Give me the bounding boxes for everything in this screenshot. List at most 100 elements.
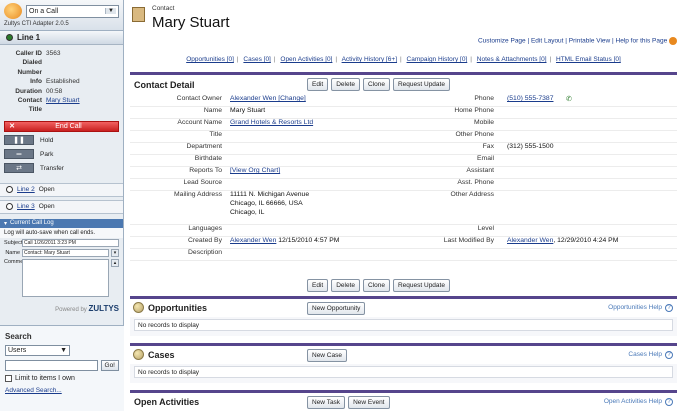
- park-label: Park: [40, 150, 54, 158]
- cases-icon: [133, 349, 144, 360]
- mailing-address-line-3: Chicago, IL: [230, 209, 265, 216]
- advanced-search-link[interactable]: Advanced Search...: [5, 387, 119, 394]
- search-title: Search: [5, 332, 32, 341]
- line-1-header[interactable]: Line 1: [0, 31, 123, 45]
- description-label: Description: [188, 249, 222, 256]
- birthdate-label: Birthdate: [194, 155, 222, 162]
- edit-button[interactable]: Edit: [307, 78, 329, 91]
- detail-top-buttons: Edit Delete Clone Request Update: [307, 78, 450, 91]
- search-input[interactable]: [5, 360, 98, 371]
- status-select[interactable]: On a Call ▼: [26, 4, 119, 18]
- open-activities-section: Open Activities New Task New Event Open …: [130, 390, 677, 411]
- call-log-header[interactable]: ▾ Current Call Log: [0, 218, 123, 228]
- account-name-link[interactable]: Grand Hotels & Resorts Ltd: [230, 119, 313, 126]
- related-link-open-activities[interactable]: Open Activities [0]: [280, 56, 332, 63]
- park-icon: ═: [4, 149, 34, 160]
- search-scope-value: Users: [8, 347, 27, 354]
- detail-row: Contact Owner Alexander Wen [Change] Pho…: [130, 95, 677, 107]
- opportunities-empty: No records to display: [134, 319, 673, 331]
- delete-button[interactable]: Delete: [331, 279, 360, 292]
- related-link-campaign-history[interactable]: Campaign History [0]: [407, 56, 468, 63]
- new-opportunity-button[interactable]: New Opportunity: [307, 302, 366, 315]
- transfer-icon: ⇄: [4, 163, 34, 174]
- name-value: Mary Stuart: [230, 107, 266, 114]
- delete-button[interactable]: Delete: [331, 78, 360, 91]
- search-scope-select[interactable]: Users ▼: [5, 345, 70, 356]
- opportunities-section: Opportunities New Opportunity Opportunit…: [130, 296, 677, 336]
- record-type: Contact: [152, 5, 175, 12]
- last-modified-user-link[interactable]: Alexander Wen: [507, 237, 553, 244]
- cases-empty: No records to display: [134, 366, 673, 378]
- page-links[interactable]: Customize Page | Edit Layout | Printable…: [478, 37, 677, 45]
- end-call-label: End Call: [55, 122, 82, 130]
- detail-row: Birthdate Email: [130, 155, 677, 167]
- phone-icon[interactable]: ✆: [566, 95, 572, 103]
- search-panel: Search Users ▼ Go! Limit to items I own …: [0, 325, 124, 411]
- contact-card-icon: [132, 7, 145, 22]
- phone-link[interactable]: (510) 555-7387: [507, 95, 553, 102]
- line-2-row[interactable]: Line 2 Open: [0, 182, 123, 197]
- park-button[interactable]: ═ Park: [4, 148, 119, 161]
- related-link-activity-history[interactable]: Activity History [6+]: [342, 56, 397, 63]
- created-by-date: 12/15/2010 4:57 PM: [278, 237, 340, 244]
- line-3-link[interactable]: Line 3: [17, 203, 35, 210]
- cases-help-link[interactable]: Cases Help?: [628, 351, 673, 359]
- new-task-button[interactable]: New Task: [307, 396, 346, 409]
- level-label: Level: [477, 225, 494, 232]
- clone-button[interactable]: Clone: [363, 78, 390, 91]
- name-select-icon[interactable]: ▾: [111, 248, 119, 257]
- cti-sidebar: On a Call ▼ Zultys CTI Adapter 2.0.5 Lin…: [0, 0, 124, 411]
- clone-button[interactable]: Clone: [363, 279, 390, 292]
- collapse-icon: ▾: [4, 220, 8, 227]
- request-update-button[interactable]: Request Update: [392, 78, 450, 91]
- powered-by: Powered by ZULTYS: [0, 304, 123, 313]
- created-by-user-link[interactable]: Alexander Wen: [230, 237, 276, 244]
- title-value: [46, 105, 119, 114]
- open-activities-help-label: Open Activities Help: [603, 398, 662, 405]
- email-label: Email: [477, 155, 494, 162]
- detail-row: Name Mary Stuart Home Phone: [130, 107, 677, 119]
- detail-row: Lead Source Asst. Phone: [130, 179, 677, 191]
- comments-textarea[interactable]: [22, 258, 109, 297]
- hangup-icon: ✕: [9, 123, 15, 131]
- go-button[interactable]: Go!: [100, 360, 119, 371]
- scroll-up-icon[interactable]: ▴: [111, 258, 119, 267]
- detail-row: Created By Alexander Wen 12/15/2010 4:57…: [130, 237, 677, 249]
- cases-section: Cases New Case Cases Help? No records to…: [130, 343, 677, 383]
- related-link-opportunities[interactable]: Opportunities [0]: [186, 56, 234, 63]
- hold-button[interactable]: ❚❚ Hold: [4, 134, 119, 147]
- related-link-notes[interactable]: Notes & Attachments [0]: [477, 56, 547, 63]
- line-3-status: Open: [38, 203, 55, 211]
- subject-input[interactable]: Call 1/26/2011 3:23 PM: [22, 238, 119, 247]
- transfer-button[interactable]: ⇄ Transfer: [4, 162, 119, 175]
- request-update-button[interactable]: Request Update: [392, 279, 450, 292]
- powered-by-label: Powered by: [55, 306, 87, 313]
- opportunities-help-link[interactable]: Opportunities Help?: [608, 304, 673, 312]
- detail-row: Description: [130, 249, 677, 261]
- limit-checkbox[interactable]: [5, 375, 12, 382]
- help-icon[interactable]: [669, 37, 677, 45]
- open-activities-help-link[interactable]: Open Activities Help?: [604, 398, 673, 406]
- org-chart-link[interactable]: [View Org Chart]: [230, 167, 280, 174]
- info-label: Info: [30, 78, 42, 86]
- contact-owner-link[interactable]: Alexander Wen [Change]: [230, 95, 306, 102]
- zultys-brand: ZULTYS: [88, 303, 119, 313]
- name-input[interactable]: Contact: Mary Stuart: [22, 248, 109, 257]
- contact-link[interactable]: Mary Stuart: [46, 96, 119, 105]
- languages-label: Languages: [188, 225, 222, 232]
- chevron-down-icon: ▼: [60, 347, 67, 354]
- mailing-address-line-1: 11111 N. Michigan Avenue: [230, 191, 310, 198]
- related-link-cases[interactable]: Cases [0]: [243, 56, 270, 63]
- line-2-link[interactable]: Line 2: [17, 186, 35, 193]
- new-case-button[interactable]: New Case: [307, 349, 347, 362]
- last-modified-date: , 12/29/2010 4:24 PM: [553, 237, 619, 244]
- new-event-button[interactable]: New Event: [348, 396, 390, 409]
- end-call-button[interactable]: ✕ End Call: [4, 120, 119, 132]
- related-link-html-email[interactable]: HTML Email Status [0]: [556, 56, 621, 63]
- asst-phone-label: Asst. Phone: [457, 179, 494, 186]
- opportunities-help-label: Opportunities Help: [608, 304, 662, 311]
- line-3-row[interactable]: Line 3 Open: [0, 199, 123, 214]
- edit-button[interactable]: Edit: [307, 279, 329, 292]
- line-1-label: Line 1: [17, 33, 41, 42]
- page-links-text[interactable]: Customize Page | Edit Layout | Printable…: [478, 38, 667, 45]
